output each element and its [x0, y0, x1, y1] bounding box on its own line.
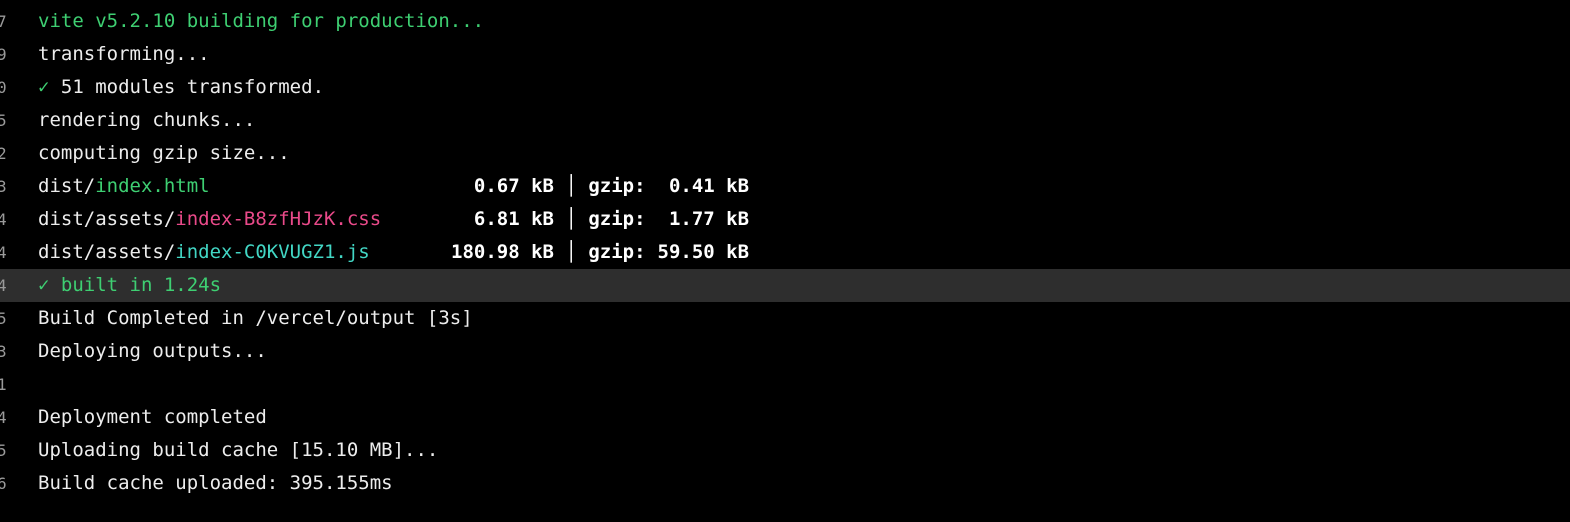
- build-log-terminal: 7 vite v5.2.10 building for production..…: [0, 0, 1570, 522]
- log-line: 2 computing gzip size...: [0, 137, 1570, 170]
- uploading-cache-text: Uploading build cache [15.10 MB]...: [38, 439, 439, 461]
- built-in-line: ✓ built in 1.24s: [38, 269, 221, 302]
- asset-row: dist/index.html 0.67 kB │ gzip: 0.41 kB: [38, 170, 749, 203]
- line-number: 5: [0, 441, 7, 460]
- line-number: 2: [0, 144, 7, 163]
- asset-row: dist/assets/index-B8zfHJzK.css 6.81 kB │ …: [38, 203, 749, 236]
- line-number: 3: [0, 177, 7, 196]
- asset-line: 3 dist/index.html 0.67 kB │ gzip: 0.41 kB: [0, 170, 1570, 203]
- line-number: 9: [0, 45, 7, 64]
- log-line: 5 Uploading build cache [15.10 MB]...: [0, 434, 1570, 467]
- asset-size: 0.67 kB: [473, 175, 554, 197]
- asset-filename: index-B8zfHJzK.css: [175, 208, 382, 230]
- line-number: 3: [0, 342, 7, 361]
- log-line: 7 vite v5.2.10 building for production..…: [0, 5, 1570, 38]
- line-number: 7: [0, 12, 7, 31]
- deployment-completed-text: Deployment completed: [38, 406, 267, 428]
- log-line: 0 ✓ 51 modules transformed.: [0, 71, 1570, 104]
- line-number: 4: [0, 210, 7, 229]
- cache-uploaded-text: Build cache uploaded: 395.155ms: [38, 472, 393, 494]
- line-number: 4: [0, 243, 7, 262]
- log-line: 3 Deploying outputs...: [0, 335, 1570, 368]
- modules-transformed-line: ✓ 51 modules transformed.: [38, 71, 324, 104]
- line-number: 4: [0, 276, 7, 295]
- column-separator: │: [565, 208, 577, 230]
- log-line: 9 transforming...: [0, 38, 1570, 71]
- line-number: 6: [0, 474, 7, 493]
- gzip-label: gzip:: [588, 241, 646, 263]
- line-number: 4: [0, 408, 7, 427]
- gzip-label: gzip:: [588, 208, 646, 230]
- transforming-text: transforming...: [38, 43, 210, 65]
- asset-line: 4 dist/assets/index-B8zfHJzK.css 6.81 kB …: [0, 203, 1570, 236]
- asset-size: 180.98 kB: [451, 241, 554, 263]
- build-completed-text: Build Completed in /vercel/output [3s]: [38, 307, 473, 329]
- rendering-chunks-text: rendering chunks...: [38, 109, 256, 131]
- deploying-outputs-text: Deploying outputs...: [38, 340, 267, 362]
- log-line: 5 rendering chunks...: [0, 104, 1570, 137]
- log-line: 4 Deployment completed: [0, 401, 1570, 434]
- column-separator: │: [565, 241, 577, 263]
- line-number: 1: [0, 375, 7, 394]
- asset-row: dist/assets/index-C0KVUGZ1.js 180.98 kB │…: [38, 236, 749, 269]
- asset-filename: index-C0KVUGZ1.js: [175, 241, 370, 263]
- log-line: 6 Build cache uploaded: 395.155ms: [0, 467, 1570, 500]
- computing-gzip-text: computing gzip size...: [38, 142, 290, 164]
- gzip-label: gzip:: [588, 175, 646, 197]
- built-in-text: built in 1.24s: [60, 274, 222, 296]
- asset-path-prefix: dist/assets/: [38, 208, 176, 230]
- asset-filename: index.html: [95, 175, 210, 197]
- column-separator: │: [565, 175, 577, 197]
- gzip-size: 59.50 kB: [657, 241, 750, 263]
- log-line: 5 Build Completed in /vercel/output [3s]: [0, 302, 1570, 335]
- checkmark-icon: ✓: [38, 76, 50, 98]
- vite-header-text: vite v5.2.10 building for production...: [38, 10, 485, 32]
- log-line-empty: 1: [0, 368, 1570, 401]
- asset-path-prefix: dist/: [38, 175, 96, 197]
- checkmark-icon: ✓: [38, 274, 50, 296]
- asset-path-prefix: dist/assets/: [38, 241, 176, 263]
- line-number: 5: [0, 309, 7, 328]
- asset-line: 4 dist/assets/index-C0KVUGZ1.js 180.98 kB…: [0, 236, 1570, 269]
- log-line-highlighted[interactable]: 4 ✓ built in 1.24s: [0, 269, 1570, 302]
- modules-transformed-text: 51 modules transformed.: [60, 76, 325, 98]
- line-number: 0: [0, 78, 7, 97]
- gzip-size: 1.77 kB: [668, 208, 750, 230]
- line-number: 5: [0, 111, 7, 130]
- asset-size: 6.81 kB: [473, 208, 554, 230]
- gzip-size: 0.41 kB: [668, 175, 750, 197]
